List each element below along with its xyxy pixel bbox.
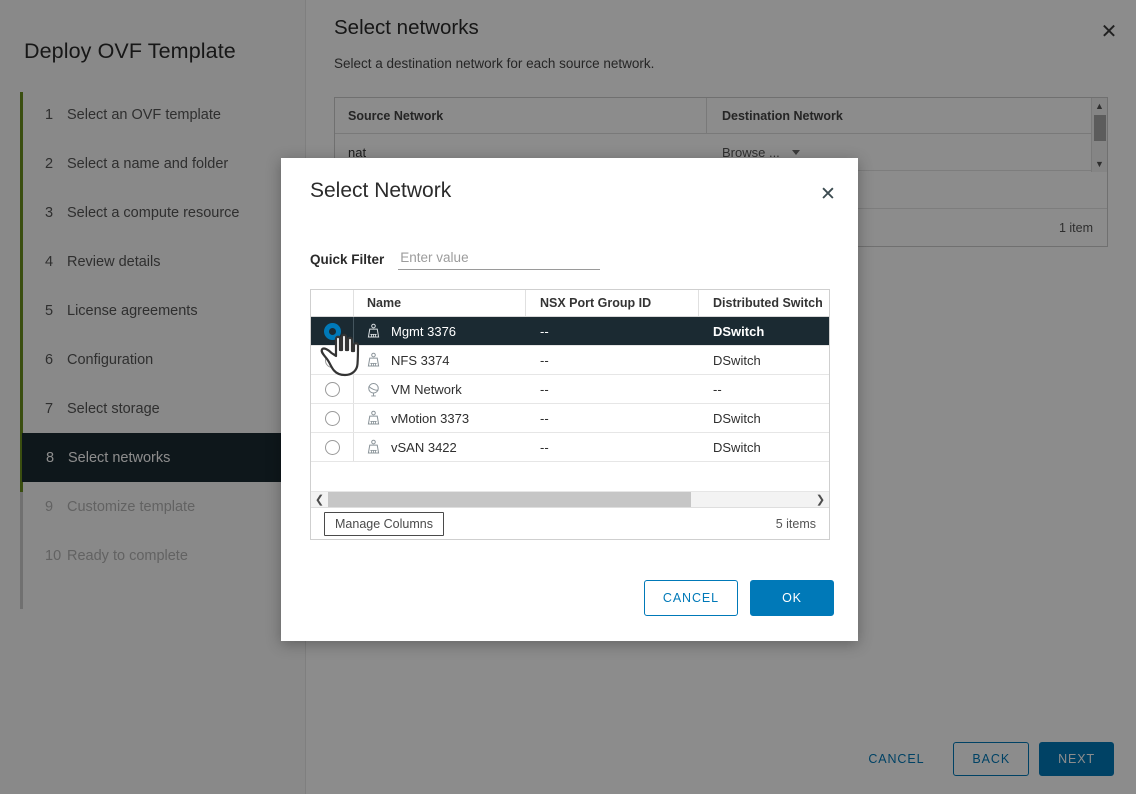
network-name: NFS 3374 <box>391 353 450 368</box>
network-name: Mgmt 3376 <box>391 324 456 339</box>
cell-name: vSAN 3422 <box>354 433 526 461</box>
cell-name: Mgmt 3376 <box>354 317 526 345</box>
cell-nsx-port-group-id: -- <box>526 375 699 403</box>
network-name: vMotion 3373 <box>391 411 469 426</box>
select-network-dialog: Select Network ✕ Quick Filter Name NSX P… <box>281 158 858 641</box>
radio-button-mgmt-3376[interactable] <box>325 324 340 339</box>
cell-distributed-switch: DSwitch <box>699 404 829 432</box>
cell-name: VM Network <box>354 375 526 403</box>
quick-filter-row: Quick Filter <box>310 250 600 270</box>
radio-button-vsan-3422[interactable] <box>325 440 340 455</box>
row-select-cell[interactable] <box>311 404 354 432</box>
dialog-title: Select Network <box>310 179 451 203</box>
scrollbar-thumb[interactable] <box>328 492 691 507</box>
table-row[interactable]: Mgmt 3376 -- DSwitch <box>311 317 829 346</box>
network-datagrid: Name NSX Port Group ID Distributed Switc… <box>310 289 830 540</box>
chevron-left-icon[interactable]: ❮ <box>311 492 328 507</box>
item-count: 5 items <box>776 517 816 531</box>
dialog-ok-button[interactable]: OK <box>750 580 834 616</box>
row-select-cell[interactable] <box>311 346 354 374</box>
chevron-right-icon[interactable]: ❯ <box>812 492 829 507</box>
datagrid-horizontal-scrollbar[interactable]: ❮ ❯ <box>311 492 829 508</box>
standard-network-icon <box>365 381 382 398</box>
cell-distributed-switch: DSwitch <box>699 346 829 374</box>
column-header-distributed-switch[interactable]: Distributed Switch <box>699 290 829 316</box>
close-icon[interactable]: ✕ <box>816 182 840 206</box>
cell-nsx-port-group-id: -- <box>526 346 699 374</box>
datagrid-footer: Manage Columns 5 items <box>311 508 829 539</box>
radio-button-vmotion-3373[interactable] <box>325 411 340 426</box>
table-row[interactable]: vSAN 3422 -- DSwitch <box>311 433 829 462</box>
distributed-port-group-icon <box>365 352 382 369</box>
cell-name: vMotion 3373 <box>354 404 526 432</box>
table-row[interactable]: NFS 3374 -- DSwitch <box>311 346 829 375</box>
datagrid-header-row: Name NSX Port Group ID Distributed Switc… <box>311 290 829 317</box>
distributed-port-group-icon <box>365 439 382 456</box>
distributed-port-group-icon <box>365 323 382 340</box>
cell-distributed-switch: -- <box>699 375 829 403</box>
network-name: VM Network <box>391 382 462 397</box>
column-header-name[interactable]: Name <box>354 290 526 316</box>
column-header-select <box>311 290 354 316</box>
distributed-port-group-icon <box>365 410 382 427</box>
row-select-cell[interactable] <box>311 375 354 403</box>
scrollbar-track[interactable] <box>328 492 812 507</box>
quick-filter-label: Quick Filter <box>310 252 384 270</box>
cell-nsx-port-group-id: -- <box>526 317 699 345</box>
table-row[interactable]: vMotion 3373 -- DSwitch <box>311 404 829 433</box>
row-select-cell[interactable] <box>311 433 354 461</box>
datagrid-empty-row <box>311 462 829 492</box>
cell-nsx-port-group-id: -- <box>526 404 699 432</box>
cell-distributed-switch: DSwitch <box>699 433 829 461</box>
network-name: vSAN 3422 <box>391 440 457 455</box>
quick-filter-input[interactable] <box>398 250 600 270</box>
cell-name: NFS 3374 <box>354 346 526 374</box>
table-row[interactable]: VM Network -- -- <box>311 375 829 404</box>
dialog-cancel-button[interactable]: CANCEL <box>644 580 738 616</box>
column-header-nsx-port-group-id[interactable]: NSX Port Group ID <box>526 290 699 316</box>
row-select-cell[interactable] <box>311 317 354 345</box>
radio-button-nfs-3374[interactable] <box>325 353 340 368</box>
radio-button-vm-network[interactable] <box>325 382 340 397</box>
dialog-footer: CANCEL OK <box>281 555 858 641</box>
cell-distributed-switch: DSwitch <box>699 317 829 345</box>
manage-columns-button[interactable]: Manage Columns <box>324 512 444 536</box>
cell-nsx-port-group-id: -- <box>526 433 699 461</box>
